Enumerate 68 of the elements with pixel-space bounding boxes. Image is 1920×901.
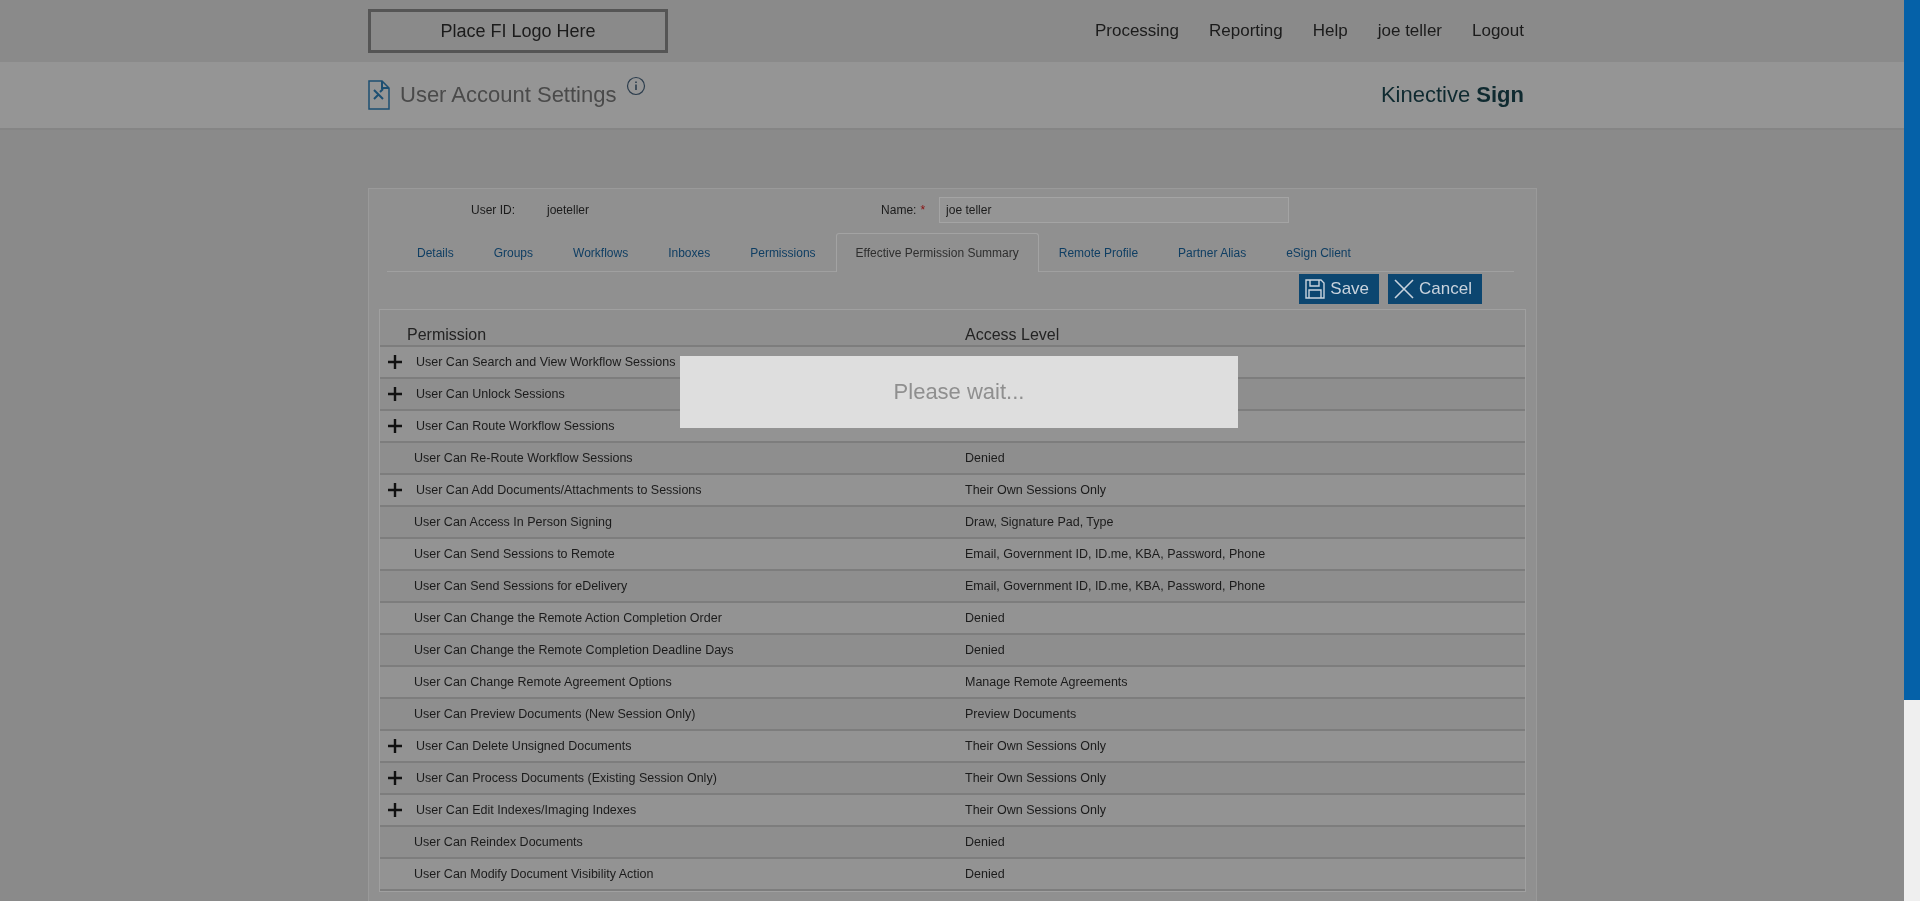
scroll-bar[interactable]: [1904, 0, 1920, 901]
tab[interactable]: Workflows: [553, 233, 649, 272]
access-level-cell-text: Denied: [965, 835, 1006, 849]
save-button[interactable]: Save: [1299, 274, 1380, 304]
nav-link[interactable]: Help: [1312, 21, 1348, 41]
permission-cell: User Can Reindex Documents: [414, 835, 583, 849]
permission-cell: User Can Change the Remote Completion Deadline Days: [414, 643, 734, 657]
nav-link[interactable]: Reporting: [1209, 21, 1283, 41]
tab[interactable]: Groups: [473, 233, 554, 272]
access-level-cell-text: Their Own Sessions Only: [965, 803, 1108, 817]
access-level-cell-text: Denied: [965, 867, 1006, 881]
cancel-button[interactable]: Cancel: [1388, 274, 1482, 304]
tab[interactable]: Partner Alias: [1158, 233, 1267, 272]
nav-link[interactable]: joe teller: [1377, 21, 1442, 41]
name-field[interactable]: joe teller: [939, 197, 1290, 223]
tab[interactable]: Inboxes: [648, 233, 731, 272]
plus-icon[interactable]: [388, 771, 402, 785]
permission-cell: User Can Access In Person Signing: [414, 515, 613, 529]
permission-cell: User Can Send Sessions to Remote: [414, 547, 615, 561]
permission-cell: User Can Change Remote Agreement Options: [414, 675, 672, 689]
column-header: Permission: [406, 326, 488, 344]
user-id-label: User ID:: [471, 203, 515, 217]
page-title: User Account Settings: [400, 82, 617, 108]
access-level-cell-text: Draw, Signature Pad, Type: [965, 515, 1115, 529]
document-tools-icon: [368, 80, 390, 110]
access-level-cell-text: Denied: [965, 611, 1006, 625]
plus-icon[interactable]: [388, 739, 402, 753]
loading-message: Please wait...: [680, 356, 1238, 428]
access-level-cell-text: Their Own Sessions Only: [965, 771, 1108, 785]
permission-cell: User Can Change the Remote Action Completion Order: [414, 611, 722, 625]
access-level-cell-text: Email, Government ID, ID.me, KBA, Password, Phone: [965, 579, 1267, 593]
permission-cell: User Can Unlock Sessions: [416, 387, 565, 401]
permission-cell: User Can Send Sessions for eDelivery: [414, 579, 628, 593]
permission-cell: User Can Delete Unsigned Documents: [416, 739, 632, 753]
access-level-cell-text: Manage Remote Agreements: [965, 675, 1129, 689]
brand-logo: Kinective Sign: [1380, 82, 1524, 108]
logo-placeholder-text: Place FI Logo Here: [440, 20, 596, 42]
plus-icon[interactable]: [388, 803, 402, 817]
close-icon: [1394, 279, 1415, 299]
permission-cell: User Can Modify Document Visibility Action: [414, 867, 654, 881]
tab[interactable]: Permissions: [730, 233, 836, 272]
permission-cell: User Can Add Documents/Attachments to Sessions: [416, 483, 702, 497]
plus-icon[interactable]: [388, 419, 402, 433]
info-icon[interactable]: [626, 76, 647, 96]
column-header: Access Level: [965, 326, 1061, 344]
permission-cell: User Can Search and View Workflow Sessions: [416, 355, 676, 369]
tab[interactable]: Details: [397, 233, 474, 272]
name-label: Name: *: [881, 203, 926, 217]
tab[interactable]: eSign Client: [1266, 233, 1371, 272]
plus-icon[interactable]: [388, 483, 402, 497]
permission-cell: User Can Process Documents (Existing Session Only): [416, 771, 717, 785]
nav-link[interactable]: Processing: [1094, 21, 1180, 41]
user-id-value: joeteller: [547, 203, 590, 217]
plus-icon[interactable]: [388, 387, 402, 401]
access-level-cell-text: Denied: [965, 643, 1006, 657]
access-level-cell-text: Denied: [965, 451, 1006, 465]
nav-link[interactable]: Logout: [1472, 21, 1524, 41]
plus-icon[interactable]: [388, 355, 402, 369]
tab[interactable]: Effective Permission Summary: [835, 233, 1039, 272]
permission-cell: User Can Preview Documents (New Session Only): [414, 707, 696, 721]
access-level-cell-text: Their Own Sessions Only: [965, 483, 1108, 497]
permission-cell: User Can Route Workflow Sessions: [416, 419, 615, 433]
access-level-cell-text: Preview Documents: [965, 707, 1078, 721]
permission-cell: User Can Edit Indexes/Imaging Indexes: [416, 803, 637, 817]
permission-cell: User Can Re-Route Workflow Sessions: [414, 451, 633, 465]
tab[interactable]: Remote Profile: [1038, 233, 1159, 272]
access-level-cell-text: Email, Government ID, ID.me, KBA, Password, Phone: [965, 547, 1267, 561]
access-level-cell-text: Their Own Sessions Only: [965, 739, 1108, 753]
